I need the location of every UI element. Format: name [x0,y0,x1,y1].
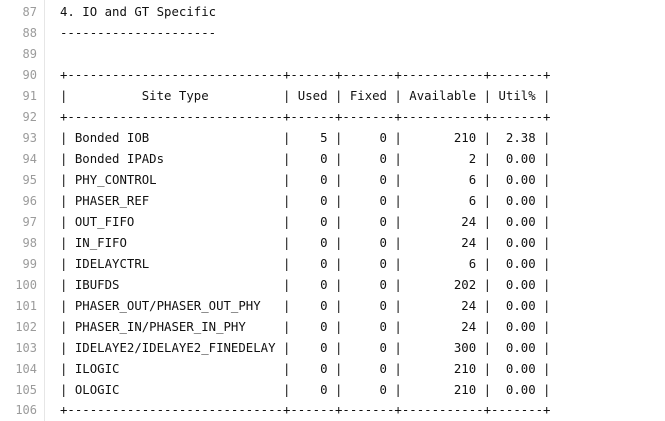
line-number: 100 [15,278,37,292]
line-number: 87 [22,5,37,19]
editor-line[interactable]: 97 | OUT_FIFO | 0 | 0 | 24 | 0.00 | [0,212,665,233]
line-text[interactable]: | PHASER_IN/PHASER_IN_PHY | 0 | 0 | 24 |… [60,317,550,338]
line-number: 90 [22,68,37,82]
line-text[interactable]: | PHASER_REF | 0 | 0 | 6 | 0.00 | [60,191,550,212]
editor-line[interactable]: 94 | Bonded IPADs | 0 | 0 | 2 | 0.00 | [0,149,665,170]
editor-line[interactable]: 106 +-----------------------------+-----… [0,400,665,421]
line-number: 101 [15,299,37,313]
line-number: 88 [22,26,37,40]
line-number: 92 [22,110,37,124]
line-text[interactable]: | ILOGIC | 0 | 0 | 210 | 0.00 | [60,359,550,380]
editor-line[interactable]: 104 | ILOGIC | 0 | 0 | 210 | 0.00 | [0,359,665,380]
editor-line[interactable]: 93 | Bonded IOB | 5 | 0 | 210 | 2.38 | [0,128,665,149]
editor-line[interactable]: 87 4. IO and GT Specific [0,2,665,23]
line-number: 106 [15,403,37,417]
line-number: 96 [22,194,37,208]
line-text[interactable]: +-----------------------------+------+--… [60,107,550,128]
editor-line[interactable]: 100 | IBUFDS | 0 | 0 | 202 | 0.00 | [0,275,665,296]
line-text[interactable]: 4. IO and GT Specific [60,2,216,23]
line-text[interactable]: | IBUFDS | 0 | 0 | 202 | 0.00 | [60,275,550,296]
line-text[interactable]: +-----------------------------+------+--… [60,65,550,86]
editor-line[interactable]: 99 | IDELAYCTRL | 0 | 0 | 6 | 0.00 | [0,254,665,275]
line-text[interactable]: | Bonded IOB | 5 | 0 | 210 | 2.38 | [60,128,550,149]
line-text[interactable]: | Bonded IPADs | 0 | 0 | 2 | 0.00 | [60,149,550,170]
line-number: 94 [22,152,37,166]
editor-line[interactable]: 91 | Site Type | Used | Fixed | Availabl… [0,86,665,107]
line-number: 102 [15,320,37,334]
editor-line[interactable]: 92 +-----------------------------+------… [0,107,665,128]
line-number: 99 [22,257,37,271]
line-text[interactable]: | OLOGIC | 0 | 0 | 210 | 0.00 | [60,380,550,401]
editor-line[interactable]: 88 --------------------- [0,23,665,44]
line-text[interactable]: | Site Type | Used | Fixed | Available |… [60,86,550,107]
editor-line[interactable]: 90 +-----------------------------+------… [0,65,665,86]
editor-line[interactable]: 96 | PHASER_REF | 0 | 0 | 6 | 0.00 | [0,191,665,212]
line-text[interactable]: | OUT_FIFO | 0 | 0 | 24 | 0.00 | [60,212,550,233]
line-text[interactable]: | PHASER_OUT/PHASER_OUT_PHY | 0 | 0 | 24… [60,296,550,317]
line-number: 97 [22,215,37,229]
line-number: 104 [15,362,37,376]
editor-line[interactable]: 103 | IDELAYE2/IDELAYE2_FINEDELAY | 0 | … [0,338,665,359]
line-number: 98 [22,236,37,250]
line-text[interactable]: --------------------- [60,23,216,44]
line-number: 89 [22,47,37,61]
line-text[interactable]: +-----------------------------+------+--… [60,400,550,421]
line-text[interactable]: | IDELAYCTRL | 0 | 0 | 6 | 0.00 | [60,254,550,275]
line-number: 93 [22,131,37,145]
editor-line[interactable]: 98 | IN_FIFO | 0 | 0 | 24 | 0.00 | [0,233,665,254]
editor-line[interactable]: 95 | PHY_CONTROL | 0 | 0 | 6 | 0.00 | [0,170,665,191]
editor-line[interactable]: 105 | OLOGIC | 0 | 0 | 210 | 0.00 | [0,380,665,401]
editor-line[interactable]: 102 | PHASER_IN/PHASER_IN_PHY | 0 | 0 | … [0,317,665,338]
text-editor[interactable]: 87 4. IO and GT Specific 88 ------------… [0,0,665,421]
editor-line[interactable]: 101 | PHASER_OUT/PHASER_OUT_PHY | 0 | 0 … [0,296,665,317]
line-text[interactable]: | IDELAYE2/IDELAYE2_FINEDELAY | 0 | 0 | … [60,338,550,359]
line-number: 105 [15,383,37,397]
line-number: 103 [15,341,37,355]
line-number: 95 [22,173,37,187]
editor-line[interactable]: 89 [0,44,665,65]
line-text[interactable]: | PHY_CONTROL | 0 | 0 | 6 | 0.00 | [60,170,550,191]
line-number: 91 [22,89,37,103]
line-text[interactable]: | IN_FIFO | 0 | 0 | 24 | 0.00 | [60,233,550,254]
